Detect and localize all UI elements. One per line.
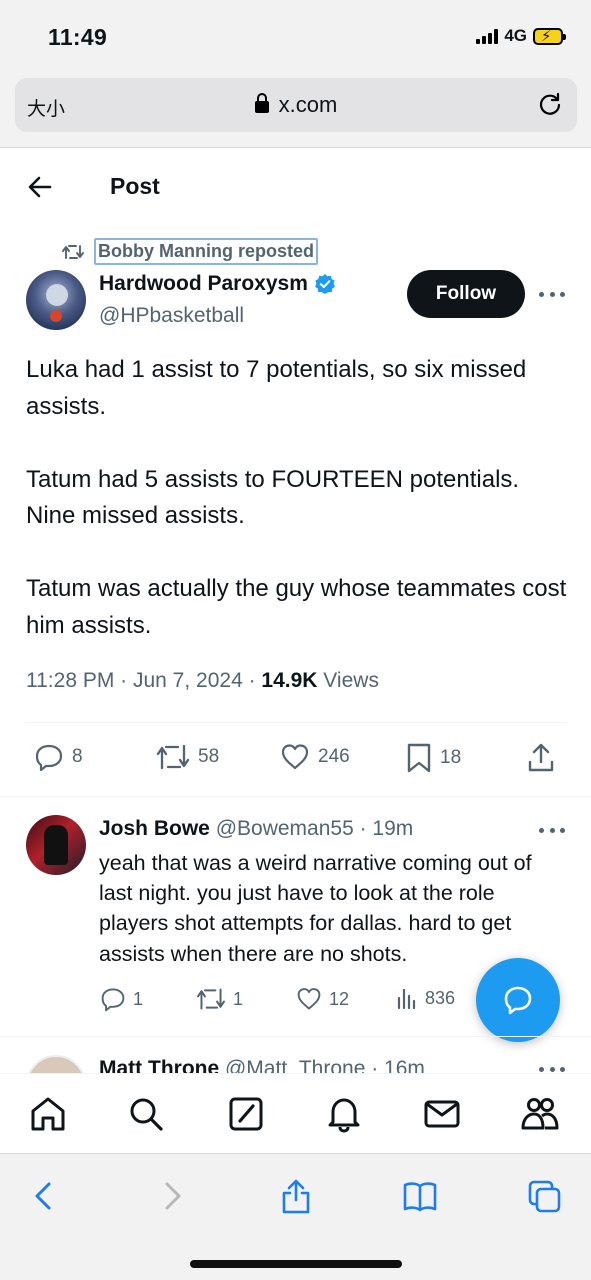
bookmark-count: 18 <box>440 747 462 768</box>
reply-repost-count: 1 <box>233 988 244 1009</box>
post-paragraph: Tatum was actually the guy whose teammat… <box>26 575 567 639</box>
reply-header: Josh Bowe @Boweman55 · 19m <box>99 817 413 841</box>
post-paragraph: Tatum had 5 assists to FOURTEEN potentia… <box>26 465 520 530</box>
repost-indicator: Bobby Manning reposted <box>62 238 318 265</box>
divider <box>26 722 566 723</box>
next-reply: Matt Throne @Matt_Throne · 16m <box>0 1037 591 1073</box>
reply-handle-time[interactable]: @Boweman55 · 19m <box>210 817 414 840</box>
heart-icon <box>281 744 309 770</box>
reply-reply-count: 1 <box>133 988 144 1009</box>
network-label: 4G <box>504 26 527 45</box>
signal-icon <box>476 28 499 44</box>
post-paragraph: Luka had 1 assist to 7 potentials, so si… <box>26 356 527 420</box>
url-display[interactable]: x.com <box>15 92 577 118</box>
reload-icon[interactable] <box>537 91 563 117</box>
post-actions: 8 58 246 18 <box>0 742 591 778</box>
bell-icon[interactable] <box>324 1094 364 1134</box>
post-text: Luka had 1 assist to 7 potentials, so si… <box>26 352 571 681</box>
reply-views-count: 836 <box>425 987 456 1008</box>
reply-author-name[interactable]: Josh Bowe <box>99 817 210 840</box>
repost-icon <box>156 744 190 770</box>
mail-icon[interactable] <box>422 1094 462 1134</box>
bookmark-button[interactable]: 18 <box>406 742 461 774</box>
views-label: Views <box>317 669 379 692</box>
verified-badge-icon <box>314 274 335 294</box>
bottom-tab-bar <box>0 1073 591 1153</box>
repost-button[interactable]: 58 <box>156 742 219 772</box>
status-time: 11:49 <box>48 24 108 50</box>
communities-icon[interactable] <box>520 1094 560 1134</box>
repost-count: 58 <box>198 746 220 767</box>
reply-icon <box>35 744 63 772</box>
share-icon[interactable] <box>278 1178 314 1214</box>
author-name-row[interactable]: Hardwood Paroxysm <box>99 272 336 296</box>
next-reply-more-options-icon[interactable] <box>539 1065 565 1073</box>
reply-button[interactable]: 8 <box>34 742 83 772</box>
reply-repost-button[interactable]: 1 <box>196 986 243 1012</box>
battery-icon: ⚡ <box>533 27 566 45</box>
share-icon <box>528 743 554 772</box>
grok-icon[interactable] <box>226 1094 266 1134</box>
reply-text: yeah that was a weird narrative coming o… <box>99 851 532 966</box>
post-meta: 11:28 PM · Jun 7, 2024 · 14.9K Views <box>26 669 379 693</box>
next-reply-header: Matt Throne @Matt_Throne · 16m <box>99 1057 425 1073</box>
bookmark-icon <box>407 743 431 773</box>
reply-like-count: 12 <box>329 988 350 1009</box>
share-button[interactable] <box>526 742 556 774</box>
reply-reply-button[interactable]: 1 <box>100 986 143 1012</box>
post-timestamp[interactable]: 11:28 PM · Jun 7, 2024 · <box>26 669 261 692</box>
search-icon[interactable] <box>126 1094 166 1134</box>
heart-icon <box>297 988 321 1010</box>
reply-views-button[interactable]: 836 <box>396 986 455 1010</box>
reply-avatar[interactable] <box>26 815 86 875</box>
address-bar[interactable]: 大小 x.com <box>15 78 577 132</box>
home-icon[interactable] <box>28 1094 68 1134</box>
next-reply-handle-time[interactable]: @Matt_Throne · 16m <box>219 1057 425 1073</box>
page-title: Post <box>110 173 160 199</box>
author-avatar[interactable] <box>26 270 86 330</box>
like-button[interactable]: 246 <box>280 742 350 772</box>
browser-toolbar: 大小 x.com <box>0 72 591 148</box>
lock-icon <box>254 93 269 113</box>
follow-button[interactable]: Follow <box>407 270 525 318</box>
reply-more-options-icon[interactable] <box>539 826 565 834</box>
like-count: 246 <box>318 746 350 767</box>
back-icon[interactable] <box>26 1178 62 1214</box>
status-indicators: 4G ⚡ <box>476 26 566 46</box>
domain-text: x.com <box>278 92 338 117</box>
repost-icon <box>197 988 225 1010</box>
next-reply-author-name[interactable]: Matt Throne <box>99 1057 219 1073</box>
page-header: Post <box>0 150 591 225</box>
divider <box>0 796 591 797</box>
reply-like-button[interactable]: 12 <box>296 986 349 1012</box>
tabs-icon[interactable] <box>526 1178 562 1214</box>
home-indicator <box>190 1260 402 1268</box>
repost-icon <box>62 244 84 259</box>
more-options-icon[interactable] <box>539 290 565 298</box>
reply-count: 8 <box>72 746 83 767</box>
next-reply-avatar[interactable] <box>26 1055 86 1073</box>
chat-bubble-icon <box>504 986 532 1015</box>
author-handle[interactable]: @HPbasketball <box>99 304 244 328</box>
status-bar: 11:49 4G ⚡ <box>0 0 591 72</box>
bookmarks-icon[interactable] <box>402 1178 438 1214</box>
reply-icon <box>101 988 125 1012</box>
analytics-icon <box>397 988 416 1010</box>
author-name[interactable]: Hardwood Paroxysm <box>99 272 308 296</box>
compose-reply-button[interactable] <box>476 958 560 1042</box>
views-count: 14.9K <box>261 669 318 692</box>
forward-icon[interactable] <box>154 1178 190 1214</box>
back-arrow-icon[interactable] <box>26 173 54 201</box>
reposted-by-label[interactable]: Bobby Manning reposted <box>94 238 318 265</box>
